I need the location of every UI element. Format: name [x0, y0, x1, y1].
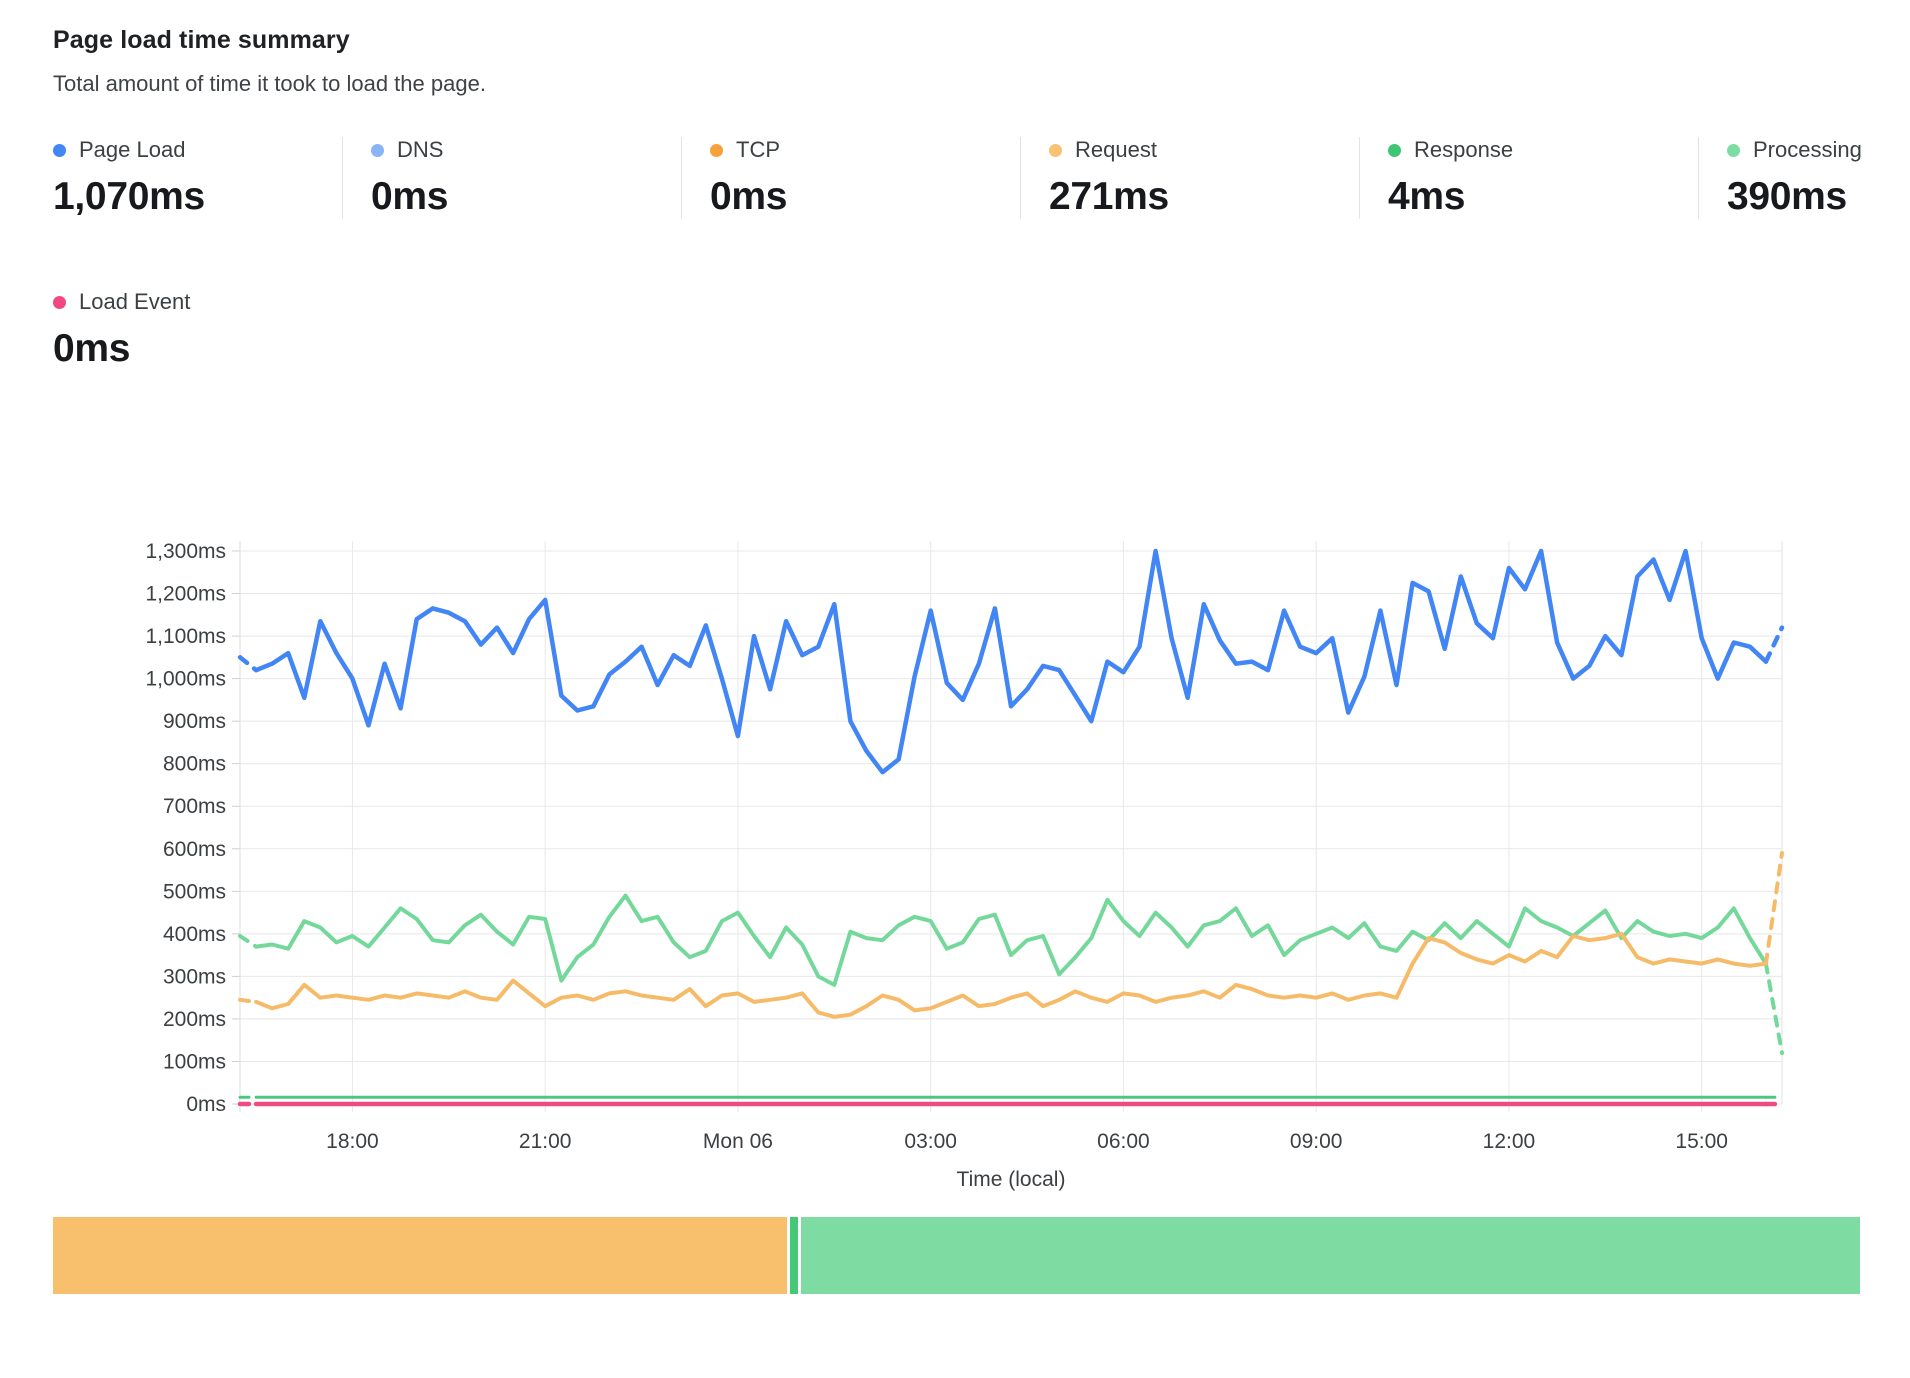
- metrics-row-2: Load Event 0ms: [53, 289, 1910, 371]
- metric-label: Request: [1075, 137, 1157, 163]
- response-legend-dot-icon: [1388, 144, 1401, 157]
- y-tick-label: 300ms: [163, 965, 226, 988]
- metrics-row: Page Load 1,070ms DNS 0ms TCP 0ms Reques…: [53, 137, 1910, 219]
- gridlines: [232, 541, 1782, 1112]
- panel-header: Page load time summary Total amount of t…: [53, 26, 1910, 97]
- status-segment-request-share: [53, 1217, 787, 1294]
- dns-legend-dot-icon: [371, 144, 384, 157]
- x-tick-label: 12:00: [1483, 1130, 1536, 1153]
- y-tick-label: 800ms: [163, 753, 226, 776]
- y-tick-label: 900ms: [163, 710, 226, 733]
- series-processing: [240, 896, 1782, 1053]
- x-tick-label: Mon 06: [703, 1130, 773, 1153]
- y-tick-label: 100ms: [163, 1050, 226, 1073]
- y-tick-label: 200ms: [163, 1008, 226, 1031]
- series-request: [240, 853, 1782, 1017]
- y-tick-label: 1,200ms: [145, 583, 226, 606]
- request-legend-dot-icon: [1049, 144, 1062, 157]
- x-tick-label: 15:00: [1675, 1130, 1728, 1153]
- y-tick-label: 0ms: [186, 1093, 226, 1116]
- metric-card-tcp: TCP 0ms: [681, 137, 1020, 219]
- metric-card-load-event: Load Event 0ms: [53, 289, 342, 371]
- y-tick-label: 700ms: [163, 795, 226, 818]
- x-axis-title: Time (local): [957, 1168, 1066, 1191]
- metric-card-response: Response 4ms: [1359, 137, 1698, 219]
- x-tick-label: 18:00: [326, 1130, 379, 1153]
- metric-value: 0ms: [371, 175, 681, 219]
- metric-card-processing: Processing 390ms: [1698, 137, 1910, 219]
- processing-legend-dot-icon: [1727, 144, 1740, 157]
- metric-card-page-load: Page Load 1,070ms: [53, 137, 342, 219]
- metric-card-request: Request 271ms: [1020, 137, 1359, 219]
- metric-label: Response: [1414, 137, 1513, 163]
- metric-label: Load Event: [79, 289, 190, 315]
- x-tick-label: 06:00: [1097, 1130, 1150, 1153]
- metric-label: Processing: [1753, 137, 1862, 163]
- y-tick-label: 1,000ms: [145, 668, 226, 691]
- load-event-legend-dot-icon: [53, 296, 66, 309]
- x-tick-label: 03:00: [904, 1130, 957, 1153]
- y-tick-label: 1,100ms: [145, 625, 226, 648]
- tcp-legend-dot-icon: [710, 144, 723, 157]
- metric-value: 271ms: [1049, 175, 1359, 219]
- y-tick-label: 500ms: [163, 880, 226, 903]
- page-title: Page load time summary: [53, 26, 1910, 55]
- page-subtitle: Total amount of time it took to load the…: [53, 71, 1910, 97]
- page-load-legend-dot-icon: [53, 144, 66, 157]
- metric-value: 0ms: [710, 175, 1020, 219]
- x-tick-label: 09:00: [1290, 1130, 1343, 1153]
- series-page-load: [240, 551, 1782, 772]
- chart-svg-container[interactable]: 0ms 100ms 200ms 300ms 400ms 500ms 600ms 700ms 80…: [25, 521, 1910, 1198]
- line-chart-svg[interactable]: 0ms 100ms 200ms 300ms 400ms 500ms 600ms 700ms 80…: [25, 521, 1885, 1193]
- metric-value: 390ms: [1727, 175, 1910, 219]
- x-tick-label: 21:00: [519, 1130, 572, 1153]
- metric-value: 4ms: [1388, 175, 1698, 219]
- y-tick-label: 1,300ms: [145, 540, 226, 563]
- metric-value: 1,070ms: [53, 175, 342, 219]
- metric-value: 0ms: [53, 327, 342, 371]
- y-tick-label: 600ms: [163, 838, 226, 861]
- status-segment-response-share: [790, 1217, 798, 1294]
- metric-label: Page Load: [79, 137, 185, 163]
- metric-label: DNS: [397, 137, 443, 163]
- page-load-time-chart[interactable]: 0ms 100ms 200ms 300ms 400ms 500ms 600ms 700ms 80…: [25, 521, 1910, 1198]
- metric-card-dns: DNS 0ms: [342, 137, 681, 219]
- y-tick-label: 400ms: [163, 923, 226, 946]
- status-segment-processing-share: [801, 1217, 1860, 1294]
- metric-label: TCP: [736, 137, 780, 163]
- status-timeline-bar: [53, 1217, 1866, 1294]
